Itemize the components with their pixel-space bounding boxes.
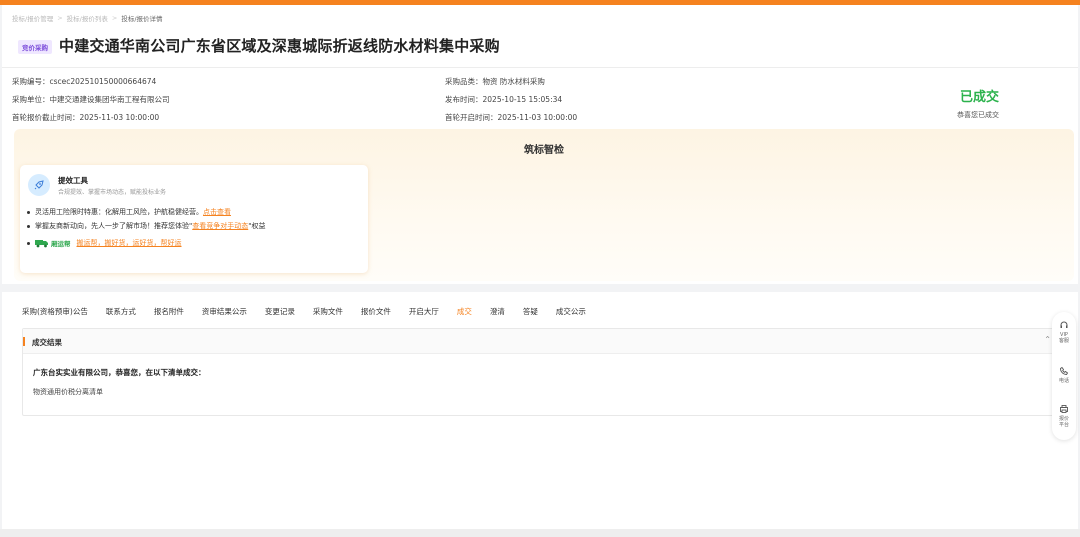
detail-page: 投标/报价管理 > 投标/报价列表 > 投标/报价详情 竞价采购 中建交通华南公… [2, 5, 1078, 529]
moving-logo: 厢运帮 [35, 238, 71, 248]
info-unit: 采购单位：中建交通建设集团华南工程有限公司 [12, 95, 170, 104]
phone-label: 电话 [1058, 378, 1069, 384]
breadcrumb-item[interactable]: 投标/报价管理 [12, 13, 53, 23]
deal-result-panel: 成交结果 ⌃ 广东台实实业有限公司，恭喜您，在以下清单成交： 物资通用价税分离清… [22, 328, 1056, 416]
vip-service-button[interactable]: VIP 客服 [1052, 320, 1076, 344]
printer-icon [1060, 405, 1068, 413]
tab-deal[interactable]: 成交 [457, 306, 472, 322]
tool-description: 合规提效、掌握市场动态，赋能投标业务 [58, 189, 167, 196]
procurement-type-badge: 竞价采购 [18, 40, 52, 54]
promo-bullet-insurance: 灵活用工险限时特惠：化解用工风险，护航稳健经营。 点击查看 [27, 207, 231, 217]
tab-clarification[interactable]: 澄清 [490, 306, 505, 322]
bullet-text-tail: "权益 [248, 222, 266, 230]
tab-quote-docs[interactable]: 报价文件 [361, 306, 391, 322]
collapse-icon[interactable]: ⌃ [1044, 335, 1051, 344]
info-publish: 发布时间：2025-10-15 15:05:34 [445, 95, 563, 104]
phone-icon [1060, 366, 1069, 375]
bullet-text: 灵活用工险限时特惠：化解用工风险，护航稳健经营。 [35, 208, 203, 216]
info-open: 首轮开启时间：2025-11-03 10:00:00 [445, 113, 578, 122]
bullet-dot [27, 210, 30, 214]
floating-toolbar: VIP 客服 电话 报价 平台 [1052, 312, 1076, 440]
tool-card: 提效工具 合规提效、掌握市场动态，赋能投标业务 灵活用工险限时特惠：化解用工风险… [20, 165, 368, 273]
tab-change-log[interactable]: 变更记录 [265, 306, 295, 322]
info-deadline: 首轮报价截止时间：2025-11-03 10:00:00 [12, 113, 160, 122]
bullet-dot [27, 224, 30, 228]
tab-contact[interactable]: 联系方式 [106, 306, 136, 322]
tab-registration-attachment[interactable]: 报名附件 [154, 306, 184, 322]
info-category: 采购品类：物资 防水材料采购 [445, 77, 545, 86]
page-title: 中建交通华南公司广东省区域及深惠城际折返线防水材料集中采购 [59, 37, 500, 55]
deal-result-header: 成交结果 ⌃ [23, 329, 1055, 354]
platform-button[interactable]: 报价 平台 [1052, 404, 1076, 428]
promo-bullet-moving: 厢运帮 搬运帮，搬好货，运好货，帮好运 [27, 238, 182, 248]
bullet-dot [27, 241, 30, 245]
platform-label-2: 平台 [1058, 422, 1069, 428]
deal-result-title: 成交结果 [32, 338, 62, 347]
moving-logo-text: 厢运帮 [51, 240, 71, 248]
breadcrumb-separator: > [111, 14, 118, 22]
status-text: 已成交 [960, 90, 1000, 105]
bullet-text: 掌握友商新动向，先人一步了解市场！推荐您体验" [35, 222, 193, 230]
tabs-section: 采购(资格预审)公告 联系方式 报名附件 资审结果公示 变更记录 采购文件 报价… [10, 292, 1072, 424]
truck-icon [35, 240, 48, 248]
tab-bar: 采购(资格预审)公告 联系方式 报名附件 资审结果公示 变更记录 采购文件 报价… [22, 306, 604, 322]
tab-opening-hall[interactable]: 开启大厅 [409, 306, 439, 322]
accent-bar [23, 337, 25, 346]
breadcrumb: 投标/报价管理 > 投标/报价列表 > 投标/报价详情 [12, 13, 163, 23]
rocket-icon [28, 174, 50, 196]
phone-button[interactable]: 电话 [1052, 366, 1076, 384]
tab-qualification-result[interactable]: 资审结果公示 [202, 306, 247, 322]
info-code: 采购编号：cscec202510150000664674 [12, 77, 157, 86]
bottom-band [0, 529, 1080, 537]
competitor-dynamics-link[interactable]: 查看竞争对手动态 [192, 221, 248, 231]
breadcrumb-current: 投标/报价详情 [121, 15, 163, 23]
deal-list-name[interactable]: 物资通用价税分离清单 [33, 387, 103, 397]
status-subtext: 恭喜您已成交 [957, 111, 999, 119]
headset-icon [1060, 321, 1068, 328]
tab-qa[interactable]: 答疑 [523, 306, 538, 322]
moving-service-link[interactable]: 搬运帮，搬好货，运好货，帮好运 [77, 238, 182, 248]
promo-title: 筑标智检 [524, 145, 564, 156]
breadcrumb-separator: > [57, 14, 63, 22]
vip-label-2: 客服 [1058, 338, 1069, 344]
promo-bullet-competitor: 掌握友商新动向，先人一步了解市场！推荐您体验" 查看竞争对手动态 "权益 [27, 221, 265, 231]
tab-procurement-docs[interactable]: 采购文件 [313, 306, 343, 322]
tab-deal-notice[interactable]: 成交公示 [556, 306, 586, 322]
section-divider [2, 284, 1078, 292]
view-insurance-link[interactable]: 点击查看 [203, 207, 231, 217]
deal-result-message: 广东台实实业有限公司，恭喜您，在以下清单成交： [33, 368, 206, 377]
tab-announcement[interactable]: 采购(资格预审)公告 [22, 306, 88, 322]
tool-name: 提效工具 [58, 176, 88, 185]
promo-panel: 筑标智检 提效工具 合规提效、掌握市场动态，赋能投标业务 灵活用工险限时特惠：化… [14, 129, 1074, 281]
breadcrumb-item[interactable]: 投标/报价列表 [67, 13, 108, 23]
